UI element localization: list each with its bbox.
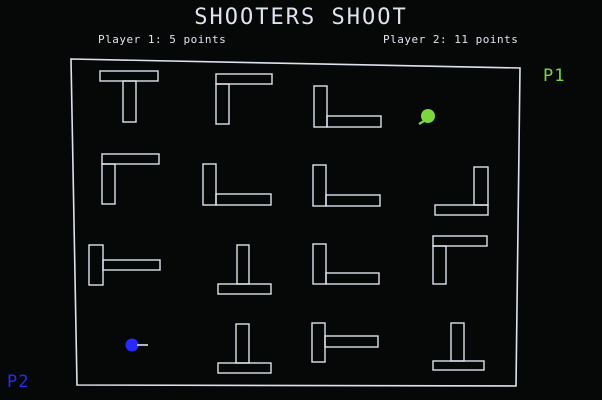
wall-piece <box>432 235 488 285</box>
wall-piece <box>217 244 272 295</box>
arena-border <box>70 58 521 387</box>
wall-piece <box>215 73 273 125</box>
wall-piece <box>202 163 272 206</box>
player-1-tank <box>418 109 435 125</box>
wall-piece <box>101 153 160 205</box>
wall-piece <box>312 164 381 207</box>
wall-piece <box>99 70 159 123</box>
wall-piece <box>432 322 485 371</box>
wall-piece <box>217 323 272 374</box>
wall-piece <box>313 85 382 128</box>
player-2-tank <box>125 338 148 352</box>
wall-piece <box>311 322 379 363</box>
game-board <box>70 58 521 387</box>
wall-piece <box>88 244 161 286</box>
wall-piece <box>434 166 489 216</box>
wall-piece <box>312 243 380 285</box>
